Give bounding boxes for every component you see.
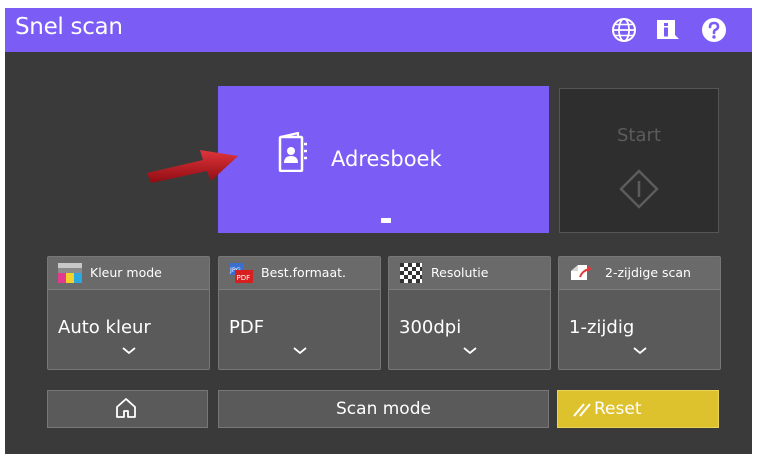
page-title: Snel scan <box>15 14 123 40</box>
resolution-tile[interactable]: Resolutie 300dpi <box>388 256 551 370</box>
help-icon[interactable] <box>701 17 727 43</box>
pointer-arrow-icon <box>147 150 238 183</box>
color-mode-header: Kleur mode <box>48 257 209 290</box>
color-mode-title: Kleur mode <box>90 265 162 280</box>
globe-icon[interactable] <box>611 17 637 43</box>
address-book-icon <box>278 132 307 172</box>
chevron-down-icon <box>122 347 136 355</box>
duplex-header: 2-zijdige scan <box>559 257 720 290</box>
file-format-icon: JPG PDF <box>229 263 253 283</box>
color-mode-tile[interactable]: Kleur mode Auto kleur <box>47 256 210 370</box>
file-format-value: PDF <box>229 317 265 338</box>
resolution-title: Resolutie <box>431 265 489 280</box>
duplex-icon <box>571 265 592 280</box>
resolution-icon <box>400 263 422 283</box>
scan-mode-button[interactable]: Scan mode <box>218 390 549 428</box>
info-icon[interactable] <box>655 17 681 43</box>
chevron-down-icon <box>633 347 647 355</box>
address-book-label: Adresboek <box>331 147 442 171</box>
duplex-value: 1-zijdig <box>569 317 635 338</box>
address-book-button[interactable]: Adresboek <box>218 86 549 233</box>
file-format-header: JPG PDF Best.formaat. <box>219 257 380 290</box>
duplex-title: 2-zijdige scan <box>605 265 691 280</box>
resolution-header: Resolutie <box>389 257 550 290</box>
file-format-title: Best.formaat. <box>261 265 346 280</box>
duplex-tile[interactable]: 2-zijdige scan 1-zijdig <box>558 256 721 370</box>
start-button[interactable]: Start <box>559 88 719 233</box>
chevron-down-icon <box>293 347 307 355</box>
chevron-down-icon <box>463 347 477 355</box>
svg-text:PDF: PDF <box>237 274 251 282</box>
start-diamond-icon <box>619 169 659 209</box>
home-icon <box>116 398 136 418</box>
scanner-screen: Snel scan Adresboek Start Kleur mode Aut… <box>5 8 752 454</box>
eraser-icon <box>573 403 591 417</box>
reset-label: Reset <box>594 399 642 419</box>
color-mode-value: Auto kleur <box>58 317 151 338</box>
scan-mode-label: Scan mode <box>336 399 431 419</box>
resolution-value: 300dpi <box>399 317 462 338</box>
file-format-tile[interactable]: JPG PDF Best.formaat. PDF <box>218 256 381 370</box>
title-bar: Snel scan <box>5 8 752 52</box>
reset-button[interactable]: Reset <box>557 390 719 428</box>
color-mode-icon <box>58 263 82 283</box>
page-indicator <box>381 218 391 223</box>
home-button[interactable] <box>47 390 208 428</box>
start-label: Start <box>617 125 661 146</box>
